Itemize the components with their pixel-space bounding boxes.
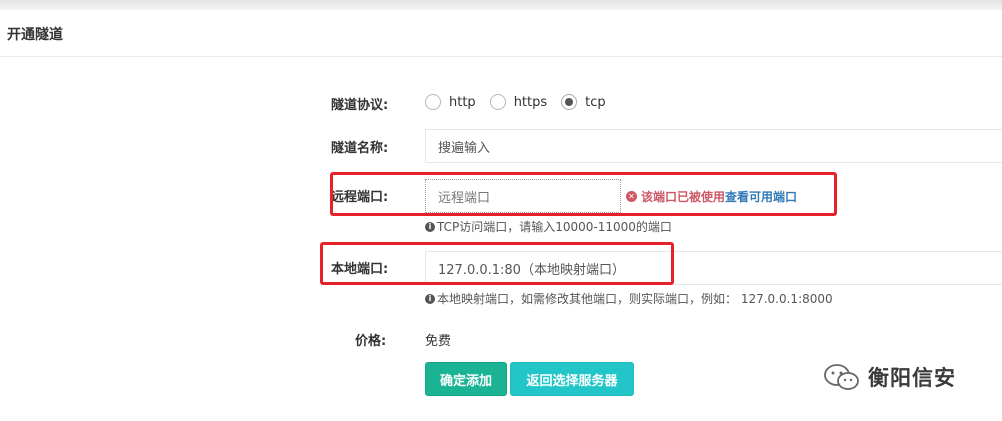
error-message: 该端口已被使用 — [641, 190, 726, 204]
protocol-label: 隧道协议: — [331, 98, 389, 113]
view-available-ports-link[interactable]: 查看可用端口 — [725, 188, 797, 205]
panel-header: 开通隧道 — [0, 10, 1002, 57]
tunnel-name-input[interactable]: 搜遍输入 — [425, 129, 1002, 163]
watermark: 衡阳信安 — [822, 362, 956, 392]
local-port-label: 本地端口: — [331, 262, 389, 277]
info-icon: i — [425, 293, 435, 304]
protocol-option-label: tcp — [585, 94, 606, 110]
wechat-logo-icon — [824, 364, 859, 390]
remote-port-input[interactable]: 远程端口 — [425, 179, 621, 213]
tunnel-name-value: 搜遍输入 — [438, 140, 491, 156]
error-circle-icon: ✕ — [626, 191, 637, 202]
page-title: 开通隧道 — [7, 27, 63, 43]
protocol-option-https[interactable]: https — [489, 94, 548, 110]
protocol-option-label: https — [513, 94, 548, 110]
remote-port-help-text: TCP访问端口，请输入10000-11000的端口 — [437, 220, 672, 234]
price-label: 价格: — [355, 334, 387, 349]
remote-port-label: 远程端口: — [331, 190, 389, 205]
radio-https[interactable] — [489, 94, 506, 110]
back-to-server-select-button[interactable]: 返回选择服务器 — [510, 362, 634, 396]
protocol-option-http[interactable]: http — [425, 94, 476, 110]
protocol-option-label: http — [449, 94, 476, 110]
radio-checked-dot — [565, 98, 574, 106]
protocol-option-tcp[interactable]: tcp — [561, 94, 606, 110]
watermark-text: 衡阳信安 — [868, 366, 956, 390]
local-port-help-text: 本地映射端口，如需修改其他端口，则实际端口，例如： 127.0.0.1:8000 — [437, 292, 833, 306]
remote-port-help: i TCP访问端口，请输入10000-11000的端口 — [425, 218, 672, 235]
remote-port-error: ✕ 该端口已被使用 查看可用端口 — [626, 188, 797, 205]
radio-http[interactable] — [425, 94, 441, 110]
local-port-value: 127.0.0.1:80（本地映射端口） — [438, 262, 625, 278]
local-port-help: i 本地映射端口，如需修改其他端口，则实际端口，例如： 127.0.0.1:80… — [425, 290, 833, 307]
confirm-add-button[interactable]: 确定添加 — [425, 362, 507, 396]
local-port-input[interactable]: 127.0.0.1:80（本地映射端口） — [425, 251, 1002, 285]
radio-tcp[interactable] — [561, 94, 578, 110]
price-value: 免费 — [425, 334, 452, 349]
tunnel-name-label: 隧道名称: — [331, 141, 389, 156]
info-icon: i — [425, 221, 435, 232]
remote-port-placeholder: 远程端口 — [438, 190, 491, 206]
protocol-radio-group: http https tcp — [425, 92, 620, 112]
top-shadow-bar — [0, 0, 1002, 10]
